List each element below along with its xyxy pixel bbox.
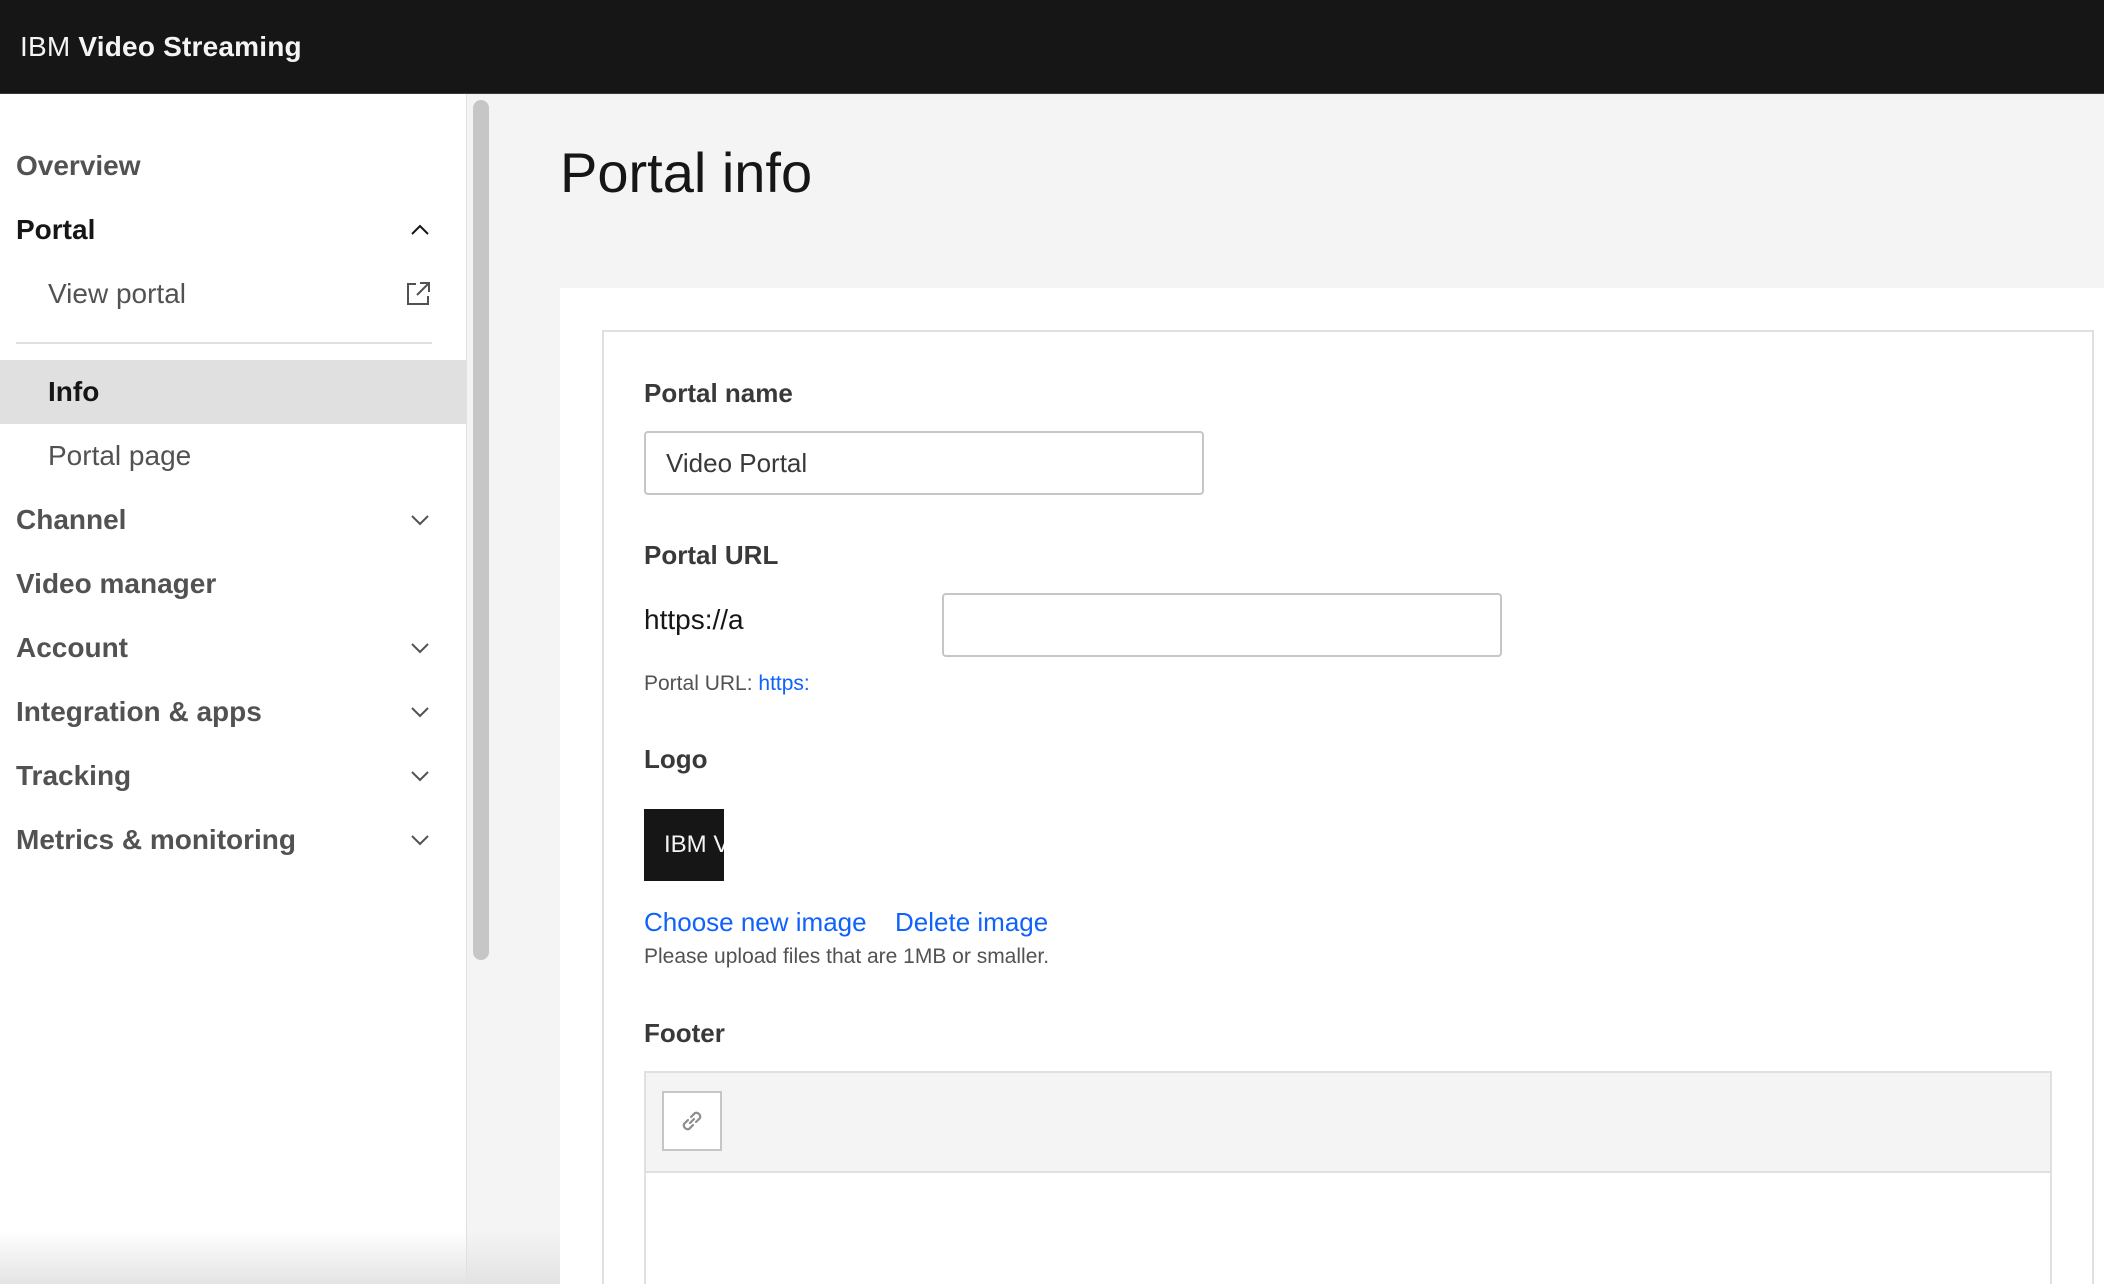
portal-name-input[interactable] xyxy=(644,431,1204,495)
page-title: Portal info xyxy=(560,141,813,204)
sidebar-item-metrics-monitoring[interactable]: Metrics & monitoring xyxy=(0,808,466,872)
sidebar-item-label: Channel xyxy=(16,504,127,535)
sidebar-item-channel[interactable]: Channel xyxy=(0,488,466,552)
logo-label: Logo xyxy=(644,744,708,774)
brand-name: Video Streaming xyxy=(78,30,302,62)
sidebar-nav: Overview Portal View portal Info Portal … xyxy=(0,94,466,872)
portal-name-label: Portal name xyxy=(644,378,793,408)
sidebar-item-integration-apps[interactable]: Integration & apps xyxy=(0,680,466,744)
insert-link-button[interactable] xyxy=(662,1091,722,1151)
sidebar-item-video-manager[interactable]: Video manager xyxy=(0,552,466,616)
portal-url-label: Portal URL xyxy=(644,540,779,570)
footer-editor xyxy=(644,1071,2052,1284)
sidebar-item-portal-page[interactable]: Portal page xyxy=(0,424,466,488)
sidebar-item-label: Tracking xyxy=(16,760,132,791)
delete-image-link[interactable]: Delete image xyxy=(895,907,1048,938)
brand-prefix: IBM xyxy=(20,30,71,62)
footer-label: Footer xyxy=(644,1018,725,1048)
sidebar-item-label: Video manager xyxy=(16,568,217,599)
sidebar-item-view-portal[interactable]: View portal xyxy=(0,262,466,326)
portal-url-helper: Portal URL: https: xyxy=(644,672,810,696)
portal-url-prefix: https://a xyxy=(644,604,744,635)
sidebar-bottom-fade xyxy=(0,1230,560,1284)
sidebar: Overview Portal View portal Info Portal … xyxy=(0,94,467,1284)
sidebar-item-label: Overview xyxy=(16,150,141,181)
editor-toolbar xyxy=(646,1073,2050,1173)
logo-preview: IBM V xyxy=(644,809,724,881)
sidebar-item-label: Metrics & monitoring xyxy=(16,824,297,855)
external-link-icon xyxy=(407,282,430,305)
top-header: IBM Video Streaming xyxy=(0,0,2104,94)
chevron-down-icon xyxy=(411,643,429,654)
portal-url-helper-label: Portal URL: xyxy=(644,672,753,695)
chevron-down-icon xyxy=(411,771,429,782)
footer-editor-content[interactable] xyxy=(646,1173,2050,1284)
sidebar-scrollbar[interactable] xyxy=(473,100,489,960)
logo-preview-text: IBM V xyxy=(664,831,724,858)
sidebar-item-label: Account xyxy=(16,632,128,663)
chevron-down-icon xyxy=(411,835,429,846)
chevron-down-icon xyxy=(411,515,429,526)
link-icon xyxy=(682,1111,702,1131)
sidebar-item-label: Portal page xyxy=(48,440,192,471)
sidebar-item-portal[interactable]: Portal xyxy=(0,198,466,262)
sidebar-item-info[interactable]: Info xyxy=(0,360,466,424)
portal-url-link[interactable]: https: xyxy=(758,672,809,695)
brand-logo[interactable]: IBM Video Streaming xyxy=(20,31,302,63)
sidebar-item-tracking[interactable]: Tracking xyxy=(0,744,466,808)
chevron-up-icon xyxy=(411,224,429,235)
sidebar-item-account[interactable]: Account xyxy=(0,616,466,680)
sidebar-item-label: View portal xyxy=(48,278,187,309)
logo-helper-text: Please upload files that are 1MB or smal… xyxy=(644,945,1050,968)
sidebar-item-label: Portal xyxy=(16,214,96,245)
chevron-down-icon xyxy=(411,707,429,718)
sidebar-item-overview[interactable]: Overview xyxy=(0,134,466,198)
sidebar-item-label: Integration & apps xyxy=(16,696,262,727)
sidebar-item-label: Info xyxy=(48,376,100,407)
choose-new-image-link[interactable]: Choose new image xyxy=(644,907,867,938)
sidebar-divider xyxy=(16,342,432,344)
portal-url-input[interactable] xyxy=(942,593,1502,657)
